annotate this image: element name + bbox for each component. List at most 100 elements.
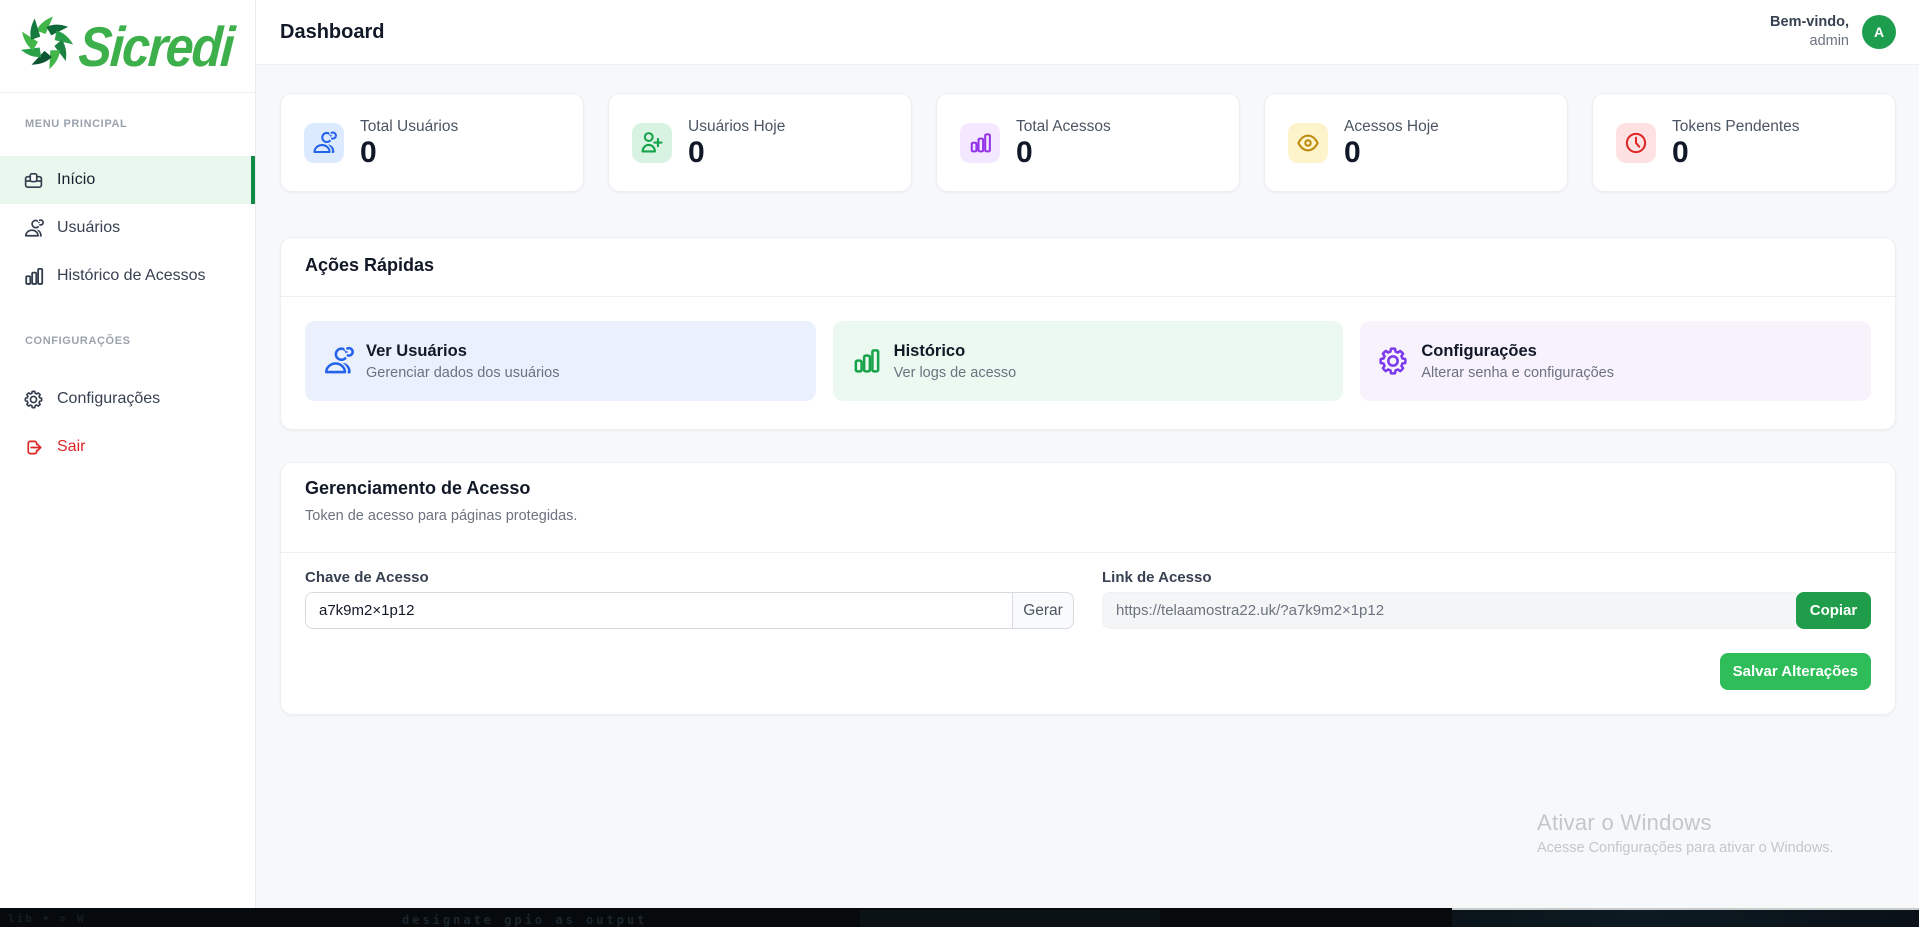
sidebar: Sicredi MENU PRINCIPAL Início Usuários H… (0, 0, 256, 908)
action-title: Configurações (1421, 342, 1614, 361)
sidebar-item-usuarios[interactable]: Usuários (0, 204, 255, 252)
watermark-title: Ativar o Windows (1537, 808, 1834, 838)
access-link-label: Link de Acesso (1102, 569, 1871, 587)
user-box[interactable]: Bem-vindo, admin A (1770, 13, 1896, 51)
stat-value: 0 (1672, 137, 1800, 168)
sidebar-item-sair[interactable]: Sair (0, 423, 255, 471)
stat-label: Tokens Pendentes (1672, 118, 1800, 136)
action-subtitle: Ver logs de acesso (894, 365, 1017, 381)
brand-logo[interactable]: Sicredi (0, 0, 255, 93)
clock-icon (1623, 130, 1649, 156)
quick-actions-body: Ver Usuários Gerenciar dados dos usuário… (281, 297, 1895, 429)
stat-text: Total Acessos 0 (1016, 118, 1111, 168)
stats-row: Total Usuários 0 Usuários Hoje 0 Total A… (280, 93, 1896, 192)
input-group: Gerar (305, 592, 1074, 629)
copy-button[interactable]: Copiar (1796, 592, 1871, 629)
stat-label: Total Acessos (1016, 118, 1111, 136)
console-mid-glow (860, 910, 1160, 927)
sidebar-item-label: Início (57, 171, 95, 189)
welcome-text: Bem-vindo, admin (1770, 13, 1849, 51)
access-link-field: Link de Acesso Copiar (1102, 569, 1871, 629)
sidebar-item-label: Configurações (57, 390, 160, 408)
access-management-card: Gerenciamento de Acesso Token de acesso … (280, 462, 1896, 715)
sidebar-section-label-menu: MENU PRINCIPAL (25, 118, 255, 130)
sidebar-item-label: Sair (57, 438, 85, 456)
sidebar-nav-config: Configurações Sair (0, 375, 255, 471)
users-icon (23, 218, 44, 239)
access-key-input[interactable] (305, 592, 1012, 629)
save-changes-button[interactable]: Salvar Alterações (1720, 653, 1871, 690)
brand-name: Sicredi (77, 14, 235, 79)
sidebar-nav-main: Início Usuários Histórico de Acessos (0, 156, 255, 300)
stat-text: Acessos Hoje 0 (1344, 118, 1439, 168)
stat-card-usuarios-hoje: Usuários Hoje 0 (608, 93, 912, 192)
console-text: designate gpio as output (402, 913, 647, 927)
sidebar-item-configuracoes[interactable]: Configurações (0, 375, 255, 423)
stat-icon-tile (304, 123, 344, 163)
console-top-edge (1452, 908, 1919, 910)
stat-icon-tile (960, 123, 1000, 163)
action-configuracoes[interactable]: Configurações Alterar senha e configuraç… (1360, 321, 1871, 401)
console-left-text: lib • = W (8, 912, 86, 925)
sidebar-item-historico[interactable]: Histórico de Acessos (0, 252, 255, 300)
stat-text: Usuários Hoje 0 (688, 118, 785, 168)
bar-chart-icon (850, 345, 882, 377)
stat-value: 0 (1344, 137, 1439, 168)
stat-card-total-acessos: Total Acessos 0 (936, 93, 1240, 192)
stat-card-total-usuarios: Total Usuários 0 (280, 93, 584, 192)
sidebar-item-label: Usuários (57, 219, 120, 237)
action-title: Ver Usuários (366, 342, 559, 361)
background-console-strip: lib • = W designate gpio as output (0, 908, 1919, 927)
stat-icon-tile (1288, 123, 1328, 163)
action-text: Histórico Ver logs de acesso (894, 342, 1017, 381)
sidebar-item-inicio[interactable]: Início (0, 156, 255, 204)
action-text: Ver Usuários Gerenciar dados dos usuário… (366, 342, 559, 381)
eye-icon (1295, 130, 1321, 156)
access-management-header: Gerenciamento de Acesso Token de acesso … (281, 463, 1895, 553)
stat-card-acessos-hoje: Acessos Hoje 0 (1264, 93, 1568, 192)
content: Total Usuários 0 Usuários Hoje 0 Total A… (256, 65, 1919, 908)
action-subtitle: Alterar senha e configurações (1421, 365, 1614, 381)
action-title: Histórico (894, 342, 1017, 361)
stat-label: Usuários Hoje (688, 118, 785, 136)
stat-icon-tile (632, 123, 672, 163)
save-row: Salvar Alterações (305, 653, 1871, 690)
quick-actions-title: Ações Rápidas (305, 253, 1871, 277)
stat-label: Acessos Hoje (1344, 118, 1439, 136)
welcome-greeting: Bem-vindo, (1770, 13, 1849, 32)
stat-text: Tokens Pendentes 0 (1672, 118, 1800, 168)
logout-icon (23, 437, 44, 458)
quick-actions-header: Ações Rápidas (281, 238, 1895, 297)
stat-value: 0 (360, 137, 458, 168)
avatar[interactable]: A (1862, 15, 1896, 49)
fields-row: Chave de Acesso Gerar Link de Acesso Cop… (305, 569, 1871, 629)
sidebar-section-label-config: CONFIGURAÇÕES (25, 335, 255, 347)
generate-button[interactable]: Gerar (1012, 592, 1074, 629)
console-right-glow (1452, 910, 1919, 927)
welcome-username: admin (1770, 32, 1849, 51)
main-area: Dashboard Bem-vindo, admin A Total Usuár… (256, 0, 1919, 908)
quick-actions-card: Ações Rápidas Ver Usuários Gerenciar dad… (280, 237, 1896, 430)
access-key-label: Chave de Acesso (305, 569, 1074, 587)
top-header: Dashboard Bem-vindo, admin A (256, 0, 1919, 65)
stat-card-tokens-pendentes: Tokens Pendentes 0 (1592, 93, 1896, 192)
users-icon (322, 345, 354, 377)
user-plus-icon (639, 130, 665, 156)
sidebar-item-label: Histórico de Acessos (57, 267, 206, 285)
action-historico[interactable]: Histórico Ver logs de acesso (833, 321, 1344, 401)
app-window: Sicredi MENU PRINCIPAL Início Usuários H… (0, 0, 1919, 908)
access-link-input[interactable] (1102, 592, 1798, 629)
input-group: Copiar (1102, 592, 1871, 629)
stat-text: Total Usuários 0 (360, 118, 458, 168)
stat-value: 0 (1016, 137, 1111, 168)
page-title: Dashboard (280, 21, 384, 44)
access-management-subtitle: Token de acesso para páginas protegidas. (305, 506, 1871, 526)
access-management-body: Chave de Acesso Gerar Link de Acesso Cop… (281, 553, 1895, 714)
bar-chart-icon (967, 130, 993, 156)
gear-icon (23, 389, 44, 410)
action-ver-usuarios[interactable]: Ver Usuários Gerenciar dados dos usuário… (305, 321, 816, 401)
briefcase-icon (23, 170, 44, 191)
access-management-title: Gerenciamento de Acesso (305, 476, 1871, 500)
users-icon (311, 130, 337, 156)
stat-label: Total Usuários (360, 118, 458, 136)
